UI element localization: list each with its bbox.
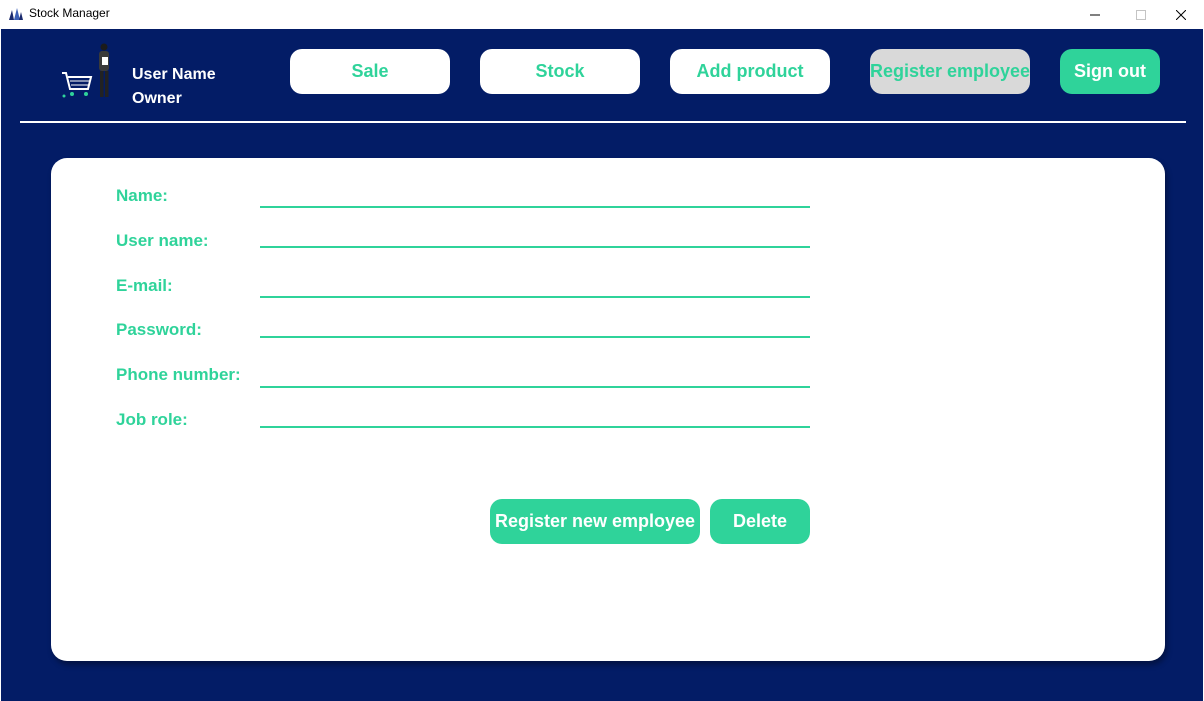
window-title: Stock Manager — [29, 6, 110, 20]
email-label: E-mail: — [116, 276, 173, 295]
app-logo-icon — [9, 8, 23, 20]
shopping-cart-person-icon — [62, 43, 109, 98]
password-label: Password: — [116, 320, 202, 339]
phone-number-field[interactable] — [260, 358, 810, 388]
sign-out-button[interactable]: Sign out — [1060, 49, 1160, 94]
sale-button[interactable]: Sale — [290, 49, 450, 94]
maximize-icon — [1136, 9, 1146, 20]
user-name: User Name — [132, 66, 216, 83]
name-label: Name: — [116, 186, 168, 205]
minimize-button[interactable] — [1072, 0, 1118, 29]
register-employee-form: Name: User name: E-mail: Password: Phone… — [51, 158, 1165, 661]
job-role-field[interactable] — [260, 398, 810, 428]
main-panel: User Name Owner Sale Stock Add product R… — [1, 29, 1203, 701]
register-employee-button[interactable]: Register employee — [870, 49, 1030, 94]
job-role-label: Job role: — [116, 410, 188, 429]
close-icon — [1176, 9, 1186, 20]
user-info: User Name Owner — [56, 43, 236, 107]
username-field[interactable] — [260, 218, 810, 248]
minimize-icon — [1090, 14, 1100, 15]
username-label: User name: — [116, 231, 209, 250]
add-product-button[interactable]: Add product — [670, 49, 830, 94]
register-new-employee-button[interactable]: Register new employee — [490, 499, 700, 544]
delete-button[interactable]: Delete — [710, 499, 810, 544]
header-divider — [20, 121, 1186, 123]
user-role: Owner — [132, 90, 182, 107]
close-button[interactable] — [1158, 0, 1204, 29]
email-field[interactable] — [260, 268, 810, 298]
name-field[interactable] — [260, 178, 810, 208]
password-field[interactable] — [260, 308, 810, 338]
title-bar: Stock Manager — [0, 0, 1204, 29]
stock-button[interactable]: Stock — [480, 49, 640, 94]
phone-number-label: Phone number: — [116, 365, 241, 384]
